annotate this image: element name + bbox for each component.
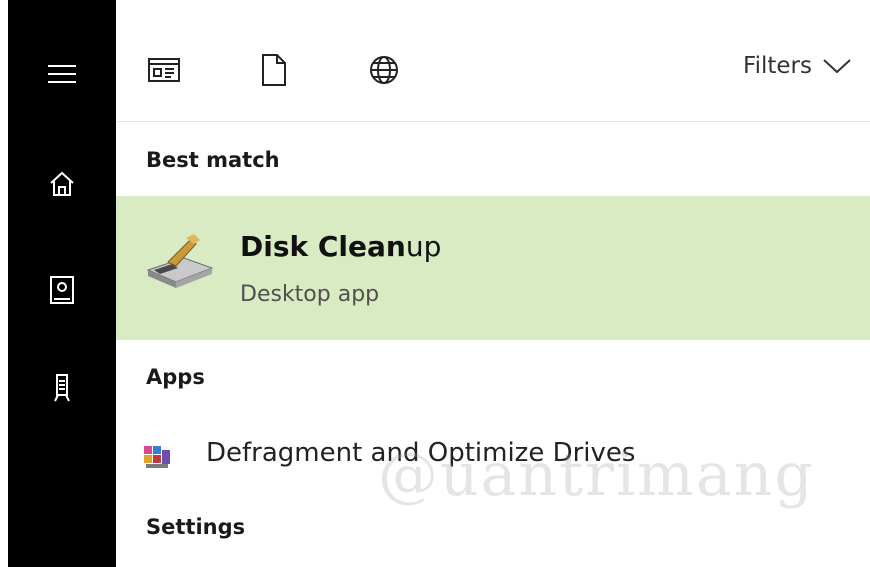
search-results-panel: Filters Best match Disk Cleanup Desktop … <box>116 0 870 567</box>
best-match-title-rest: up <box>405 230 442 263</box>
best-match-result[interactable]: Disk Cleanup Desktop app <box>116 196 870 340</box>
chevron-down-icon <box>823 59 851 74</box>
best-match-title-bold: Disk Clean <box>240 230 406 263</box>
filters-dropdown[interactable]: Filters <box>743 53 852 79</box>
search-window: Filters Best match Disk Cleanup Desktop … <box>0 0 870 567</box>
settings-heading: Settings <box>146 515 246 539</box>
disk-cleanup-icon <box>146 234 214 288</box>
home-icon[interactable] <box>8 154 116 214</box>
notebook-icon[interactable] <box>8 260 116 320</box>
left-nav-rail <box>8 0 116 567</box>
filter-toolbar: Filters <box>116 0 870 122</box>
left-gutter <box>0 0 8 567</box>
best-match-title: Disk Cleanup <box>240 230 441 263</box>
apps-tab-icon[interactable] <box>142 48 186 92</box>
web-tab-icon[interactable] <box>362 48 406 92</box>
apps-heading: Apps <box>146 365 205 389</box>
filters-label: Filters <box>743 53 812 79</box>
best-match-heading: Best match <box>146 148 280 172</box>
app-result-defragment[interactable]: Defragment and Optimize Drives <box>116 428 870 484</box>
device-icon[interactable] <box>8 358 116 418</box>
documents-tab-icon[interactable] <box>252 48 296 92</box>
hamburger-menu-icon[interactable] <box>8 44 116 104</box>
best-match-subtitle: Desktop app <box>240 282 380 307</box>
defragment-icon <box>144 446 170 468</box>
app-result-label: Defragment and Optimize Drives <box>206 438 636 468</box>
